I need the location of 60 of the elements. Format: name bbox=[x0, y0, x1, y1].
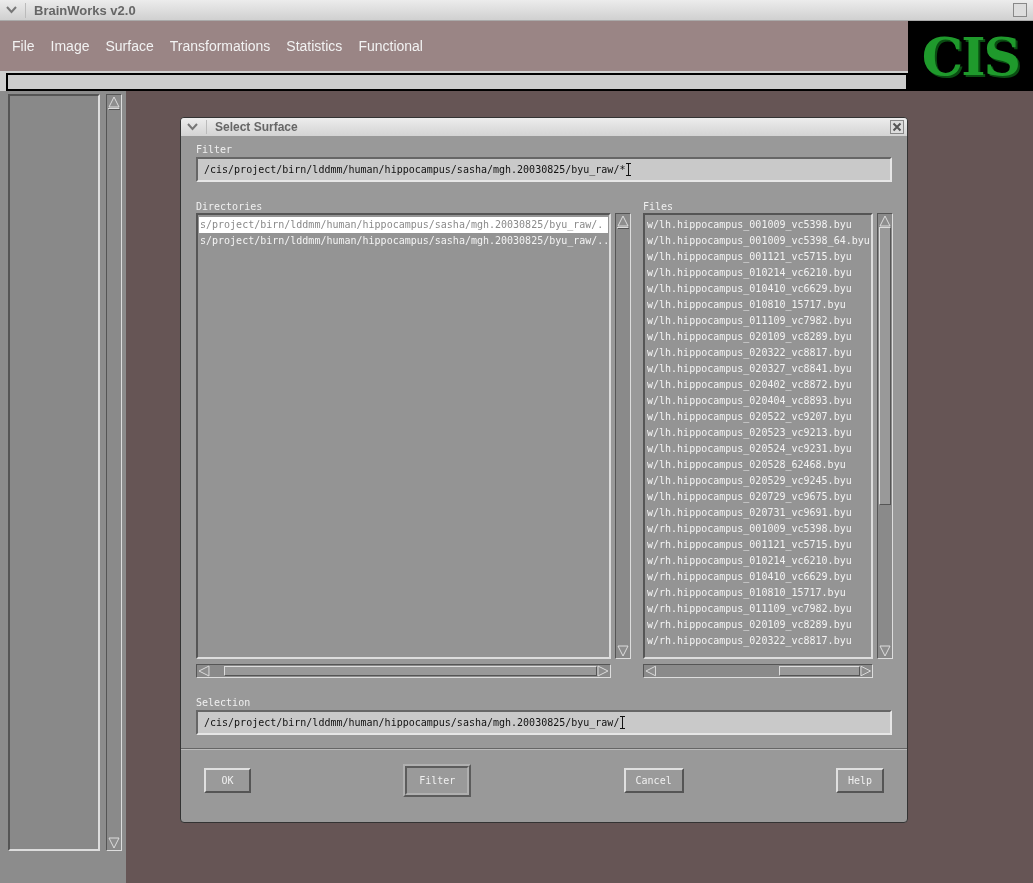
files-list-item[interactable]: w/lh.hippocampus_020729_vc9675.byu bbox=[646, 489, 870, 505]
files-list-item[interactable]: w/lh.hippocampus_011109_vc7982.byu bbox=[646, 313, 870, 329]
files-list-item[interactable]: w/rh.hippocampus_001009_vc5398.byu bbox=[646, 521, 870, 537]
files-list-item[interactable]: w/lh.hippocampus_020524_vc9231.byu bbox=[646, 441, 870, 457]
vertical-scrollbar[interactable] bbox=[106, 94, 122, 851]
files-list-item[interactable]: w/lh.hippocampus_020109_vc8289.byu bbox=[646, 329, 870, 345]
menu-item[interactable]: File bbox=[12, 38, 35, 54]
files-list-item[interactable]: w/rh.hippocampus_011109_vc7982.byu bbox=[646, 601, 870, 617]
chevron-down-icon[interactable] bbox=[6, 6, 17, 14]
list-label: Files bbox=[643, 201, 675, 213]
files-list-item[interactable]: w/lh.hippocampus_020731_vc9691.byu bbox=[646, 505, 870, 521]
scroll-right-arrow-icon[interactable] bbox=[859, 665, 871, 677]
dialog-button[interactable]: Cancel bbox=[623, 768, 684, 793]
dialog-button[interactable]: Help bbox=[835, 768, 884, 793]
files-list-item[interactable]: w/lh.hippocampus_001009_vc5398.byu bbox=[646, 217, 870, 233]
files-list-item[interactable]: w/lh.hippocampus_020402_vc8872.byu bbox=[646, 377, 870, 393]
menu-item[interactable]: Statistics bbox=[286, 38, 343, 54]
close-icon[interactable] bbox=[890, 120, 904, 134]
files-list-item[interactable]: w/rh.hippocampus_010214_vc6210.byu bbox=[646, 553, 870, 569]
files-list-item[interactable]: w/rh.hippocampus_010410_vc6629.byu bbox=[646, 569, 870, 585]
files-list-item[interactable]: w/rh.hippocampus_020322_vc8817.byu bbox=[646, 633, 870, 649]
files-list-item[interactable]: w/lh.hippocampus_001009_vc5398_64.byu bbox=[646, 233, 870, 249]
text-cursor-icon bbox=[626, 163, 632, 176]
files-list-item[interactable]: w/lh.hippocampus_020523_vc9213.byu bbox=[646, 425, 870, 441]
chevron-down-icon[interactable] bbox=[187, 123, 198, 131]
menu-item[interactable]: Surface bbox=[105, 38, 154, 54]
field-label: Selection bbox=[196, 697, 252, 709]
files-list-item[interactable]: w/lh.hippocampus_010810_15717.byu bbox=[646, 297, 870, 313]
directories-list-item[interactable]: s/project/birn/lddmm/human/hippocampus/sasha/mgh.20030825/byu_raw/. bbox=[199, 217, 608, 233]
vertical-scrollbar[interactable] bbox=[615, 213, 631, 659]
dialog-title: Select Surface bbox=[206, 120, 298, 134]
vertical-scrollbar[interactable] bbox=[877, 213, 893, 659]
filter-field[interactable]: /cis/project/birn/lddmm/human/hippocampus/sasha/mgh.20030825/byu_raw/* bbox=[196, 157, 892, 182]
logo: CIS bbox=[908, 21, 1033, 91]
files-list-item[interactable]: w/rh.hippocampus_010810_15717.byu bbox=[646, 585, 870, 601]
field-label: Filter bbox=[196, 144, 234, 156]
files-list-item[interactable]: w/lh.hippocampus_020327_vc8841.byu bbox=[646, 361, 870, 377]
directories-list-item[interactable]: s/project/birn/lddmm/human/hippocampus/sasha/mgh.20030825/byu_raw/.. bbox=[199, 233, 608, 249]
files-list-item[interactable]: w/rh.hippocampus_020109_vc8289.byu bbox=[646, 617, 870, 633]
files-list-item[interactable]: w/lh.hippocampus_020529_vc9245.byu bbox=[646, 473, 870, 489]
window-button[interactable] bbox=[1013, 3, 1027, 17]
list-label: Directories bbox=[196, 201, 264, 213]
horizontal-scrollbar[interactable] bbox=[196, 664, 611, 678]
text-cursor-icon bbox=[620, 716, 626, 729]
menu-item[interactable]: Transformations bbox=[169, 38, 271, 54]
files-list-item[interactable]: w/lh.hippocampus_020322_vc8817.byu bbox=[646, 345, 870, 361]
files-list-item[interactable]: w/lh.hippocampus_010214_vc6210.byu bbox=[646, 265, 870, 281]
files-list-item[interactable]: w/lh.hippocampus_020404_vc8893.byu bbox=[646, 393, 870, 409]
files-list-item[interactable]: w/lh.hippocampus_010410_vc6629.byu bbox=[646, 281, 870, 297]
dialog-button[interactable]: OK bbox=[204, 768, 251, 793]
selection-field[interactable]: /cis/project/birn/lddmm/human/hippocampus/sasha/mgh.20030825/byu_raw/ bbox=[196, 710, 892, 735]
horizontal-scrollbar[interactable] bbox=[643, 664, 873, 678]
files-list-item[interactable]: w/lh.hippocampus_020528_62468.byu bbox=[646, 457, 870, 473]
dialog-button[interactable]: Filter bbox=[403, 764, 472, 797]
window-title: BrainWorks v2.0 bbox=[25, 2, 136, 18]
files-list-item[interactable]: w/lh.hippocampus_020522_vc9207.byu bbox=[646, 409, 870, 425]
menu-item[interactable]: Image bbox=[50, 38, 90, 54]
files-list-item[interactable]: w/rh.hippocampus_001121_vc5715.byu bbox=[646, 537, 870, 553]
files-list-item[interactable]: w/lh.hippocampus_001121_vc5715.byu bbox=[646, 249, 870, 265]
menu-item[interactable]: Functional bbox=[358, 38, 423, 54]
